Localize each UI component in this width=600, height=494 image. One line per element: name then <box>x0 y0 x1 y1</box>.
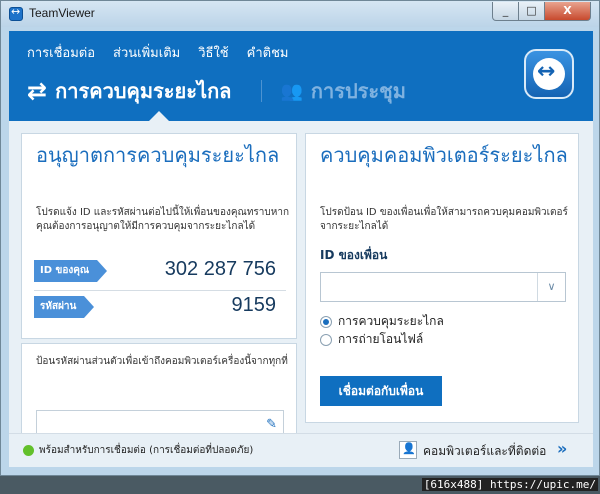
people-icon: 👥 <box>280 80 303 102</box>
menu-bar: การเชื่อมต่อ ส่วนเพิ่มเติม วิธีใช้ คำติช… <box>27 42 288 63</box>
personal-password-text: ป้อนรหัสผ่านส่วนตัวเพื่อเข้าถึงคอมพิวเตอ… <box>36 356 288 367</box>
menu-connection[interactable]: การเชื่อมต่อ <box>27 42 95 63</box>
menu-feedback[interactable]: คำติชม <box>247 42 289 63</box>
minimize-button[interactable]: _ <box>492 2 519 21</box>
close-button[interactable]: X <box>544 2 591 21</box>
tab-remote-control[interactable]: ⇄ การควบคุมระยะไกล <box>27 75 231 107</box>
window-title: TeamViewer <box>29 6 95 20</box>
tab-meeting[interactable]: 👥 การประชุม <box>280 75 405 107</box>
double-chevron-right-icon[interactable]: » <box>557 439 567 458</box>
status-text: พร้อมสำหรับการเชื่อมต่อ (การเชื่อมต่อที่… <box>39 445 254 456</box>
control-remote-heading: ควบคุมคอมพิวเตอร์ระยะไกล <box>320 143 568 167</box>
partner-id-label: ID ของเพื่อน <box>320 248 388 262</box>
teamviewer-logo-icon <box>524 49 574 99</box>
tab-meeting-label: การประชุม <box>310 79 406 103</box>
radio-remote-control[interactable]: การควบคุมระยะไกล <box>320 312 444 331</box>
active-tab-indicator <box>149 111 169 121</box>
teamviewer-window: TeamViewer _ □ X การเชื่อมต่อ ส่วนเพิ่มเ… <box>0 0 600 476</box>
title-bar: TeamViewer _ □ X <box>1 1 599 27</box>
radio-dot-selected[interactable] <box>320 315 332 328</box>
watermark: [616x488] https://upic.me/ <box>421 478 598 491</box>
pencil-icon[interactable]: ✎ <box>266 417 277 432</box>
allow-remote-description: โปรดแจ้ง ID และรหัสผ่านต่อไปนี้ให้เพื่อน… <box>36 207 290 232</box>
password-label: รหัสผ่าน <box>34 296 95 318</box>
allow-remote-control-panel: อนุญาตการควบคุมระยะไกล โปรดแจ้ง ID และรห… <box>21 133 297 339</box>
radio-remote-control-label: การควบคุมระยะไกล <box>338 314 444 328</box>
main-tabs: ⇄ การควบคุมระยะไกล 👥 การประชุม <box>27 75 406 107</box>
password-row: รหัสผ่าน 9159 <box>34 294 286 322</box>
status-bar: พร้อมสำหรับการเชื่อมต่อ (การเชื่อมต่อที่… <box>9 433 593 467</box>
radio-file-transfer[interactable]: การถ่ายโอนไฟล์ <box>320 330 423 349</box>
connect-to-partner-button[interactable]: เชื่อมต่อกับเพื่อน <box>320 376 442 406</box>
main-content: อนุญาตการควบคุมระยะไกล โปรดแจ้ง ID และรห… <box>9 121 593 439</box>
radio-dot[interactable] <box>320 333 332 346</box>
menu-help[interactable]: วิธีใช้ <box>198 42 228 63</box>
partner-id-input[interactable]: ∨ <box>320 272 566 302</box>
chevron-down-icon[interactable]: ∨ <box>537 273 565 301</box>
row-divider <box>34 290 286 291</box>
double-arrow-icon: ⇄ <box>27 77 48 105</box>
tab-remote-control-label: การควบคุมระยะไกล <box>55 79 232 103</box>
teamviewer-app-icon <box>9 5 23 21</box>
your-id-label: ID ของคุณ <box>34 260 108 282</box>
header: การเชื่อมต่อ ส่วนเพิ่มเติม วิธีใช้ คำติช… <box>9 31 593 121</box>
radio-file-transfer-label: การถ่ายโอนไฟล์ <box>338 332 424 346</box>
computers-contacts-link[interactable]: คอมพิวเตอร์และที่ติดต่อ <box>423 442 546 461</box>
tab-divider <box>261 80 263 102</box>
contacts-icon[interactable] <box>399 441 417 459</box>
menu-extras[interactable]: ส่วนเพิ่มเติม <box>113 42 180 63</box>
personal-password-panel: ป้อนรหัสผ่านส่วนตัวเพื่อเข้าถึงคอมพิวเตอ… <box>21 343 297 439</box>
your-id-value[interactable]: 302 287 756 <box>165 258 276 281</box>
your-id-row: ID ของคุณ 302 287 756 <box>34 258 286 286</box>
allow-remote-heading: อนุญาตการควบคุมระยะไกล <box>36 143 280 167</box>
status-ready-icon <box>23 445 34 456</box>
control-remote-panel: ควบคุมคอมพิวเตอร์ระยะไกล โปรดป้อน ID ของ… <box>305 133 579 423</box>
maximize-button[interactable]: □ <box>518 2 545 21</box>
password-value[interactable]: 9159 <box>232 294 277 317</box>
control-remote-description: โปรดป้อน ID ของเพื่อนเพื่อให้สามารถควบคุ… <box>320 207 568 232</box>
